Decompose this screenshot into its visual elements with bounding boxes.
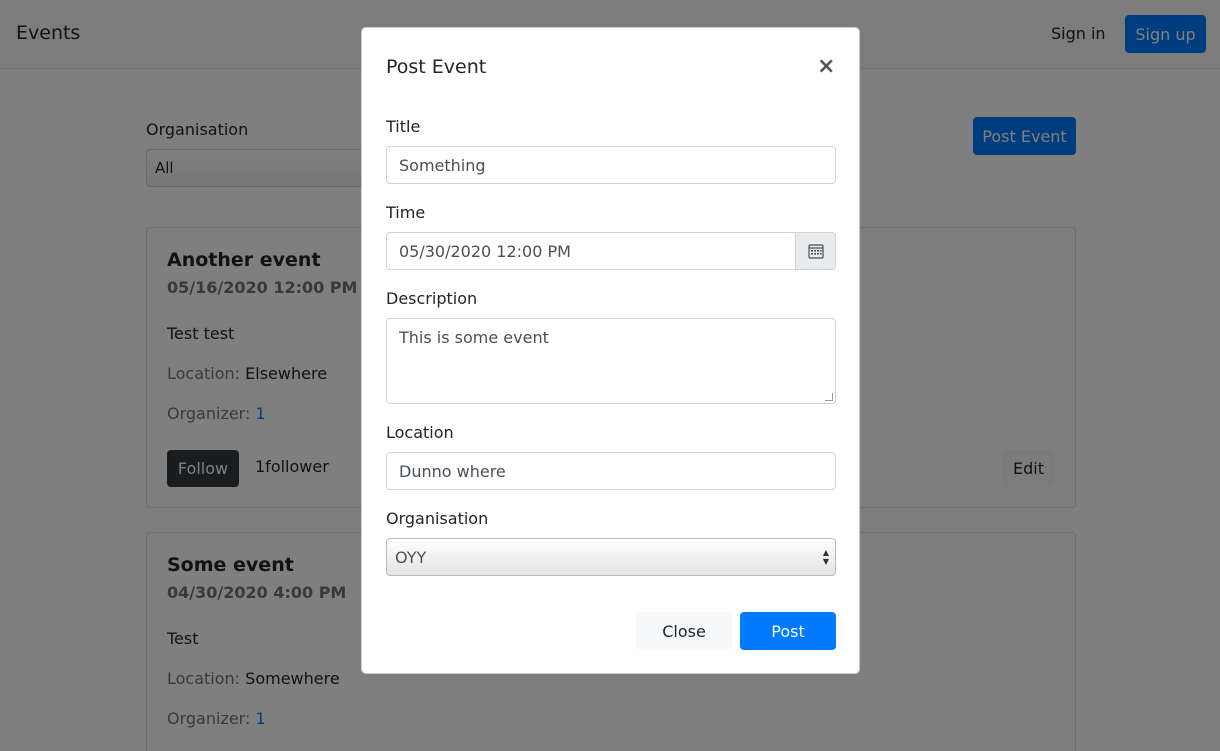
description-label: Description (386, 289, 478, 308)
calendar-button[interactable] (795, 232, 836, 270)
description-textarea[interactable]: This is some event (386, 318, 836, 404)
organisation-select-value: OYY (395, 548, 427, 567)
post-button[interactable]: Post (740, 612, 836, 650)
time-input[interactable]: 05/30/2020 12:00 PM (386, 232, 796, 270)
calendar-icon (807, 244, 824, 259)
close-button[interactable]: Close (636, 612, 732, 650)
organisation-select[interactable]: OYY ▲ ▼ (386, 538, 836, 576)
time-label: Time (386, 203, 426, 222)
select-arrows-icon: ▲ ▼ (822, 548, 829, 566)
description-value: This is some event (399, 328, 549, 347)
organisation-label: Organisation (386, 509, 489, 528)
modal-title: Post Event (386, 56, 487, 78)
post-event-modal: Post Event × Title Something Time 05/30/… (361, 27, 860, 674)
close-icon[interactable]: × (817, 54, 835, 80)
location-label: Location (386, 423, 454, 442)
resize-handle[interactable] (825, 393, 833, 401)
location-input[interactable]: Dunno where (386, 452, 836, 490)
title-input[interactable]: Something (386, 146, 836, 184)
title-label: Title (386, 117, 421, 136)
